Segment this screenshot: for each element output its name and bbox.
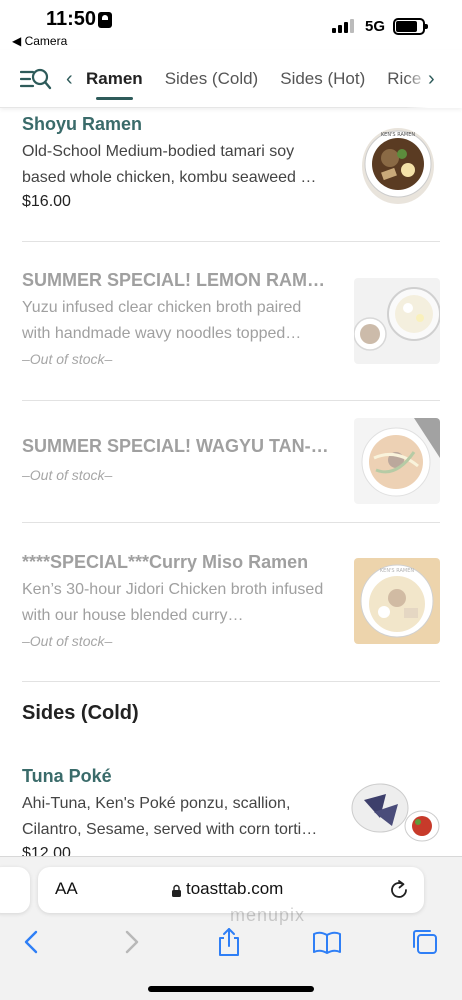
category-tabs: Ramen Sides (Cold) Sides (Hot) Rice bbox=[86, 50, 421, 108]
status-bar: 11:50 ◀ Camera 5G bbox=[0, 0, 462, 50]
out-of-stock-label: –Out of stock– bbox=[22, 633, 113, 649]
ramen-bowl-image: KEN'S RAMEN bbox=[362, 128, 434, 204]
signal-strength-icon bbox=[332, 19, 354, 33]
wagyu-ramen-image bbox=[354, 418, 440, 504]
item-title: Tuna Poké bbox=[22, 766, 112, 786]
tab-ramen[interactable]: Ramen bbox=[86, 50, 143, 108]
chevron-right-icon[interactable]: › bbox=[428, 68, 435, 91]
share-icon[interactable] bbox=[214, 927, 244, 957]
chevron-left-icon[interactable]: ‹ bbox=[66, 68, 73, 91]
tabs-icon[interactable] bbox=[410, 927, 440, 957]
out-of-stock-label: –Out of stock– bbox=[22, 351, 113, 367]
item-title: ****SPECIAL***Curry Miso Ramen bbox=[22, 552, 309, 572]
network-type: 5G bbox=[365, 18, 386, 35]
item-description: Old-School Medium-bodied tamari soy base… bbox=[22, 143, 317, 186]
item-description: Ahi-Tuna, Ken's Poké ponzu, scallion, Ci… bbox=[22, 795, 318, 838]
divider bbox=[22, 400, 440, 401]
item-title: SUMMER SPECIAL! WAGYU TAN-… bbox=[22, 436, 329, 456]
tuna-poke-image bbox=[350, 774, 440, 860]
svg-text:KEN'S RAMEN: KEN'S RAMEN bbox=[381, 132, 415, 138]
menu-item-tuna-poke[interactable]: Tuna Poké Ahi-Tuna, Ken's Poké ponzu, sc… bbox=[22, 766, 440, 866]
status-time: 11:50 bbox=[46, 8, 97, 30]
item-title: SUMMER SPECIAL! LEMON RAM… bbox=[22, 270, 325, 290]
bookmarks-icon[interactable] bbox=[312, 927, 342, 957]
divider bbox=[22, 522, 440, 523]
tab-sides-cold[interactable]: Sides (Cold) bbox=[165, 50, 259, 108]
curry-miso-ramen-image: KEN'S RAMEN bbox=[354, 558, 440, 644]
section-heading-sides-cold: Sides (Cold) bbox=[22, 702, 139, 724]
back-to-camera-link[interactable]: ◀ Camera bbox=[12, 34, 67, 48]
watermark-text: menupix bbox=[230, 905, 306, 925]
divider bbox=[22, 241, 440, 242]
reload-icon[interactable] bbox=[388, 879, 410, 901]
lemon-ramen-image bbox=[354, 278, 440, 364]
category-nav: ‹ Ramen Sides (Cold) Sides (Hot) Rice › bbox=[0, 50, 462, 108]
home-indicator bbox=[148, 986, 314, 992]
menu-item-shoyu-ramen[interactable]: Shoyu Ramen Old-School Medium-bodied tam… bbox=[22, 114, 440, 214]
item-description: Ken’s 30-hour Jidori Chicken broth infus… bbox=[22, 581, 324, 624]
previous-tab-peek[interactable] bbox=[0, 867, 30, 913]
svg-text:KEN'S RAMEN: KEN'S RAMEN bbox=[380, 568, 414, 574]
forward-arrow-icon[interactable] bbox=[116, 927, 146, 957]
back-arrow-icon[interactable] bbox=[17, 927, 47, 957]
contact-badge-icon bbox=[98, 12, 112, 28]
menu-item-curry-miso-ramen[interactable]: ****SPECIAL***Curry Miso Ramen Ken’s 30-… bbox=[22, 552, 440, 662]
item-title: Shoyu Ramen bbox=[22, 114, 143, 134]
browser-toolbar: AA toasttab.com menupix bbox=[0, 856, 462, 1000]
item-description: Yuzu infused clear chicken broth paired … bbox=[22, 299, 302, 342]
lock-icon bbox=[172, 884, 181, 897]
tab-sides-hot[interactable]: Sides (Hot) bbox=[280, 50, 365, 108]
battery-icon bbox=[393, 18, 428, 35]
divider bbox=[22, 681, 440, 682]
url-text: toasttab.com bbox=[186, 879, 284, 898]
menu-item-lemon-ramen[interactable]: SUMMER SPECIAL! LEMON RAM… Yuzu infused … bbox=[22, 270, 440, 380]
out-of-stock-label: –Out of stock– bbox=[22, 467, 113, 483]
item-price: $16.00 bbox=[22, 193, 71, 210]
menu-item-wagyu-tan[interactable]: SUMMER SPECIAL! WAGYU TAN-… –Out of stoc… bbox=[22, 418, 440, 526]
menu-search-icon[interactable] bbox=[20, 67, 52, 91]
text-size-button[interactable]: AA bbox=[55, 879, 78, 899]
